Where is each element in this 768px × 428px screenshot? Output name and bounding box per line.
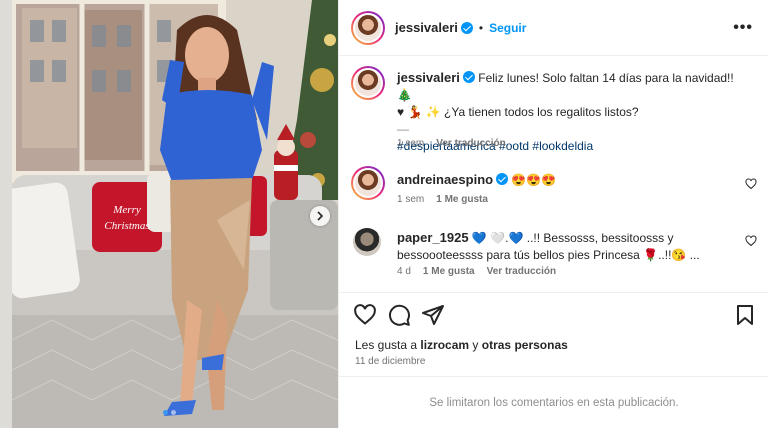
post-date[interactable]: 11 de diciembre (355, 356, 425, 367)
comment-translate-link[interactable]: Ver traducción (487, 266, 556, 277)
likes-others-link[interactable]: otras personas (482, 338, 568, 352)
chevron-right-icon (317, 211, 324, 221)
carousel-dot-active (163, 410, 168, 415)
bookmark-icon[interactable] (733, 303, 757, 327)
author-avatar[interactable] (351, 11, 385, 45)
comment-text: paper_1925 💙 🤍.💙 ..!! Bessosss, bessitoo… (397, 229, 737, 264)
caption-separator: — (397, 122, 409, 136)
comment-meta: 1 sem 1 Me gusta (397, 194, 488, 205)
post-action-bar (339, 292, 768, 334)
follow-button[interactable]: Seguir (489, 21, 526, 35)
comment-time[interactable]: 4 d (397, 266, 411, 277)
comment-time[interactable]: 1 sem (397, 194, 424, 205)
comment-username[interactable]: paper_1925 (397, 230, 469, 245)
pillow-text-1: Merry (112, 204, 141, 216)
comment-body-line-1: 💙 🤍.💙 ..!! Bessosss, bessitoosss y (471, 231, 674, 245)
liker-username[interactable]: lizrocam (420, 338, 469, 352)
caption-meta: 1 sem Ver traducción (397, 138, 506, 149)
comment-text: andreinaespino 😍😍😍 (397, 171, 737, 189)
more-options-icon[interactable]: ••• (733, 19, 753, 37)
post-header: jessivaleri • Seguir ••• (339, 0, 768, 56)
comments-limited-notice: Se limitaron los comentarios en esta pub… (339, 376, 768, 428)
comment-meta: 4 d 1 Me gusta Ver traducción (397, 266, 556, 277)
commenter-avatar[interactable] (353, 228, 381, 256)
left-margin (0, 0, 12, 428)
likes-prefix: Les gusta a (355, 338, 418, 352)
comment-likes[interactable]: 1 Me gusta (423, 266, 475, 277)
verified-badge-icon (462, 71, 475, 83)
carousel-indicator (163, 410, 176, 415)
comment-likes[interactable]: 1 Me gusta (436, 194, 488, 205)
photo-scene: Merry Christmas (12, 0, 338, 428)
author-username[interactable]: jessivaleri (395, 20, 458, 35)
carousel-dot (171, 410, 176, 415)
caption-username[interactable]: jessivaleri (397, 70, 460, 85)
post-detail-panel: jessivaleri • Seguir ••• jessivaleri Fel… (338, 0, 768, 428)
likes-summary: Les gusta a lizrocam y otras personas (355, 338, 568, 352)
verified-badge-icon (460, 21, 473, 34)
heart-icon[interactable] (353, 303, 377, 327)
comment-like-heart-icon[interactable] (745, 235, 757, 247)
comment-body-line-2: bessoooteessss para tús bellos pies Prin… (397, 248, 700, 262)
commenter-avatar[interactable] (351, 166, 385, 200)
pillow-text-2: Christmas (104, 220, 149, 232)
caption-time[interactable]: 1 sem (397, 138, 424, 149)
comment-username[interactable]: andreinaespino (397, 172, 493, 187)
share-icon[interactable] (421, 303, 445, 327)
caption-line-2: ♥ 💃 ✨ ¿Ya tienen todos los regalitos lis… (397, 105, 639, 119)
comment-icon[interactable] (387, 303, 411, 327)
comment-like-heart-icon[interactable] (745, 178, 757, 190)
likes-joiner: y (472, 338, 479, 352)
caption-avatar[interactable] (351, 66, 385, 100)
next-image-button[interactable] (310, 206, 330, 226)
comment-body: 😍😍😍 (511, 173, 557, 187)
post-image[interactable]: Merry Christmas (12, 0, 338, 428)
caption-translate-link[interactable]: Ver traducción (436, 138, 505, 149)
verified-badge-icon (496, 173, 509, 185)
